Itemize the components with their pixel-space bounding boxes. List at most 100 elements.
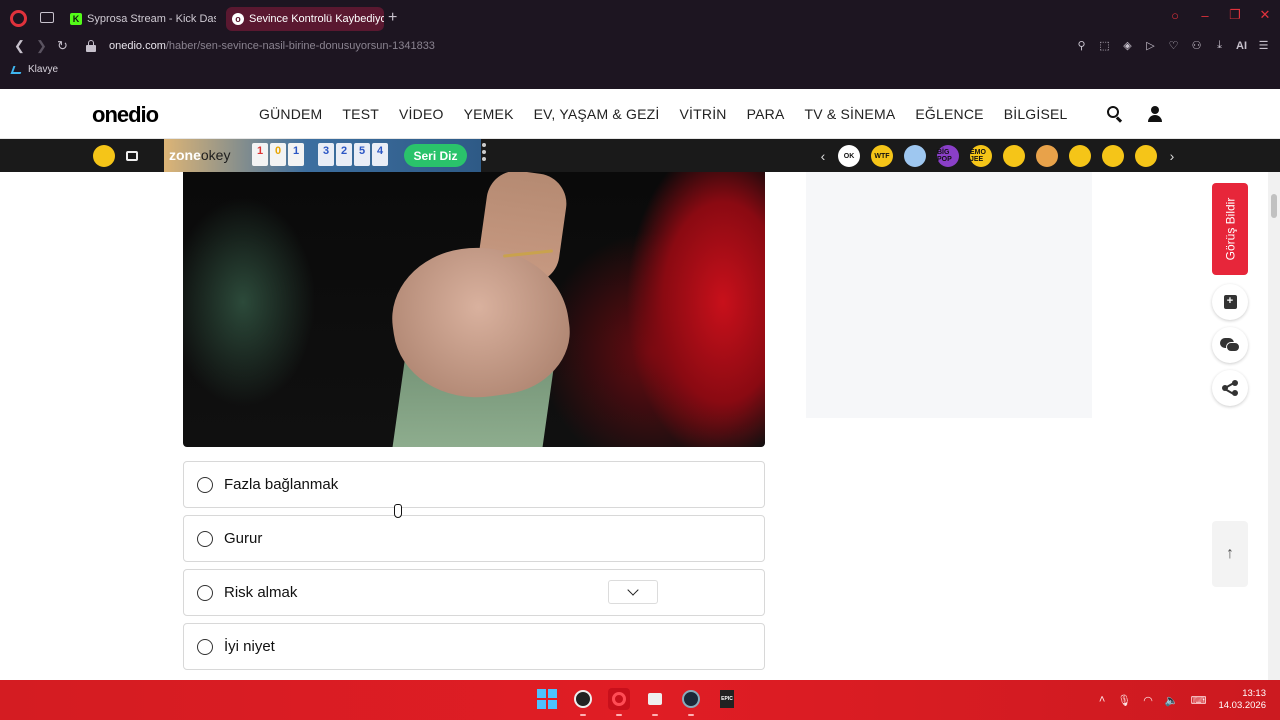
reaction-emoji-icon[interactable] bbox=[1003, 145, 1025, 167]
site-logo[interactable]: onedio bbox=[92, 102, 159, 128]
radio-button[interactable] bbox=[197, 584, 213, 601]
chevron-right-icon[interactable]: › bbox=[1167, 148, 1177, 164]
keyboard-icon[interactable]: ⌨ bbox=[1191, 694, 1207, 707]
scrollbar-thumb[interactable] bbox=[1271, 194, 1277, 218]
expand-button[interactable] bbox=[608, 580, 658, 604]
opera-app[interactable] bbox=[608, 688, 630, 716]
snapshot-icon[interactable]: ⬚ bbox=[1098, 39, 1111, 52]
taskbar-apps: EPIC bbox=[536, 688, 738, 716]
bookmark-add-button[interactable]: + bbox=[1212, 284, 1248, 320]
pin-icon[interactable]: ⚲ bbox=[1075, 39, 1088, 52]
tab-overview-icon[interactable] bbox=[40, 12, 54, 23]
minimize-icon[interactable]: – bbox=[1198, 8, 1212, 23]
steam-app[interactable] bbox=[680, 688, 702, 716]
reaction-emoji-icon[interactable] bbox=[1102, 145, 1124, 167]
windows-taskbar: EPIC ˄ 🎙 ◠ 🔈 ⌨ 13:13 14.03.2026 bbox=[0, 680, 1280, 720]
number-tiles: 3 2 5 4 bbox=[318, 143, 388, 166]
microphone-icon[interactable]: 🎙 bbox=[1117, 694, 1131, 707]
reaction-emoji-icon[interactable]: BİG POP bbox=[937, 145, 959, 167]
answer-option[interactable]: Gurur bbox=[183, 515, 765, 562]
nav-item-para[interactable]: PARA bbox=[747, 106, 785, 122]
lock-icon[interactable] bbox=[86, 40, 96, 52]
nav-item-yemek[interactable]: YEMEK bbox=[464, 106, 514, 122]
download-icon[interactable]: ⤓ bbox=[1213, 39, 1226, 52]
answer-option[interactable]: Risk almak bbox=[183, 569, 765, 616]
zone-okey-logo: zoneokey bbox=[169, 147, 231, 163]
epic-games-app[interactable]: EPIC bbox=[716, 688, 738, 710]
ad-placeholder bbox=[806, 172, 1092, 418]
tab-kick[interactable]: K Syprosa Stream - Kick Dash bbox=[64, 7, 216, 31]
address-bar: ❮ ❯ ↻ onedio.com/haber/sen-sevince-nasil… bbox=[0, 36, 1280, 58]
nav-item-tv-sinema[interactable]: TV & SİNEMA bbox=[804, 106, 895, 122]
clock[interactable]: 13:13 14.03.2026 bbox=[1218, 688, 1266, 712]
account-icon[interactable]: ⚇ bbox=[1190, 39, 1203, 52]
nav-item-eglence[interactable]: EĞLENCE bbox=[915, 106, 983, 122]
number-tile: 5 bbox=[354, 143, 370, 166]
radio-button[interactable] bbox=[197, 530, 213, 547]
user-icon[interactable] bbox=[1148, 106, 1162, 122]
reaction-emoji-icon[interactable] bbox=[1036, 145, 1058, 167]
kick-favicon-icon: K bbox=[70, 13, 82, 25]
hand-cursor-icon bbox=[394, 504, 402, 518]
radio-button[interactable] bbox=[197, 638, 213, 655]
okey-tile: 1 bbox=[252, 143, 268, 166]
question-image bbox=[183, 172, 765, 447]
heart-icon[interactable]: ♡ bbox=[1167, 39, 1180, 52]
reaction-emoji-icon[interactable] bbox=[904, 145, 926, 167]
new-tab-button[interactable]: + bbox=[388, 9, 397, 27]
obs-icon bbox=[574, 690, 592, 708]
shield-icon[interactable]: ◈ bbox=[1121, 39, 1134, 52]
start-button[interactable] bbox=[536, 688, 558, 710]
reaction-emoji-icon[interactable]: OK bbox=[838, 145, 860, 167]
reaction-emoji-icon[interactable]: WTF bbox=[871, 145, 893, 167]
nav-item-gundem[interactable]: GÜNDEM bbox=[259, 106, 322, 122]
comments-button[interactable] bbox=[1212, 327, 1248, 363]
back-icon[interactable]: ❮ bbox=[14, 38, 25, 54]
wifi-icon[interactable]: ◠ bbox=[1143, 694, 1153, 707]
nav-item-video[interactable]: VİDEO bbox=[399, 106, 444, 122]
chevron-left-icon[interactable]: ‹ bbox=[818, 148, 828, 164]
system-tray: ˄ 🎙 ◠ 🔈 ⌨ 13:13 14.03.2026 bbox=[1099, 688, 1266, 712]
reaction-emoji-icon[interactable]: EMO JEE bbox=[970, 145, 992, 167]
page-scrollbar[interactable] bbox=[1268, 172, 1280, 680]
tray-chevron-up-icon[interactable]: ˄ bbox=[1099, 694, 1105, 706]
bookmark-item[interactable]: Klavye bbox=[28, 64, 58, 75]
reaction-strip: ‹ OK WTF BİG POP EMO JEE › bbox=[818, 145, 1177, 167]
nav-item-vitrin[interactable]: VİTRİN bbox=[680, 106, 727, 122]
nav-item-bilgisel[interactable]: BİLGİSEL bbox=[1004, 106, 1068, 122]
answer-option[interactable]: Fazla bağlanmak bbox=[183, 461, 765, 508]
menu-icon[interactable]: ☰ bbox=[1257, 39, 1270, 52]
seri-diz-button[interactable]: Seri Diz bbox=[404, 144, 467, 167]
reload-icon[interactable]: ↻ bbox=[57, 38, 68, 54]
restore-icon[interactable]: ❐ bbox=[1228, 7, 1242, 22]
reaction-emoji-icon[interactable] bbox=[1135, 145, 1157, 167]
opera-menu-icon[interactable] bbox=[10, 10, 27, 27]
search-icon[interactable] bbox=[1107, 106, 1123, 123]
search-tabs-icon[interactable]: ○ bbox=[1168, 8, 1182, 23]
close-window-icon[interactable]: ✕ bbox=[1258, 7, 1272, 22]
nav-item-test[interactable]: TEST bbox=[342, 106, 379, 122]
windows-logo-icon bbox=[537, 689, 557, 709]
game-app[interactable] bbox=[644, 688, 666, 716]
play-icon[interactable]: ▷ bbox=[1144, 39, 1157, 52]
bookmark-add-icon: + bbox=[1223, 295, 1237, 309]
share-button[interactable] bbox=[1212, 370, 1248, 406]
games-icon[interactable] bbox=[93, 145, 115, 167]
answer-option[interactable]: İyi niyet bbox=[183, 623, 765, 670]
news-icon[interactable] bbox=[126, 151, 138, 161]
scroll-to-top-button[interactable]: ↑ bbox=[1212, 521, 1248, 587]
reaction-emoji-icon[interactable] bbox=[1069, 145, 1091, 167]
more-options-icon[interactable] bbox=[482, 143, 486, 161]
forward-icon[interactable]: ❯ bbox=[36, 38, 47, 54]
url-field[interactable]: onedio.com/haber/sen-sevince-nasil-birin… bbox=[109, 40, 435, 52]
ai-button[interactable]: AI bbox=[1236, 40, 1247, 52]
steam-icon bbox=[682, 690, 700, 708]
radio-button[interactable] bbox=[197, 476, 213, 493]
volume-icon[interactable]: 🔈 bbox=[1165, 694, 1179, 707]
nav-item-ev-yasam[interactable]: EV, YAŞAM & GEZİ bbox=[534, 106, 660, 122]
feedback-button[interactable]: Görüş Bildir bbox=[1212, 183, 1248, 275]
bookmarks-bar: Klavye bbox=[10, 64, 58, 75]
obs-app[interactable] bbox=[572, 688, 594, 716]
tab-onedio-active[interactable]: o Sevince Kontrolü Kaybediyorsun bbox=[226, 7, 384, 31]
tab-title: Syprosa Stream - Kick Dash bbox=[87, 13, 216, 25]
